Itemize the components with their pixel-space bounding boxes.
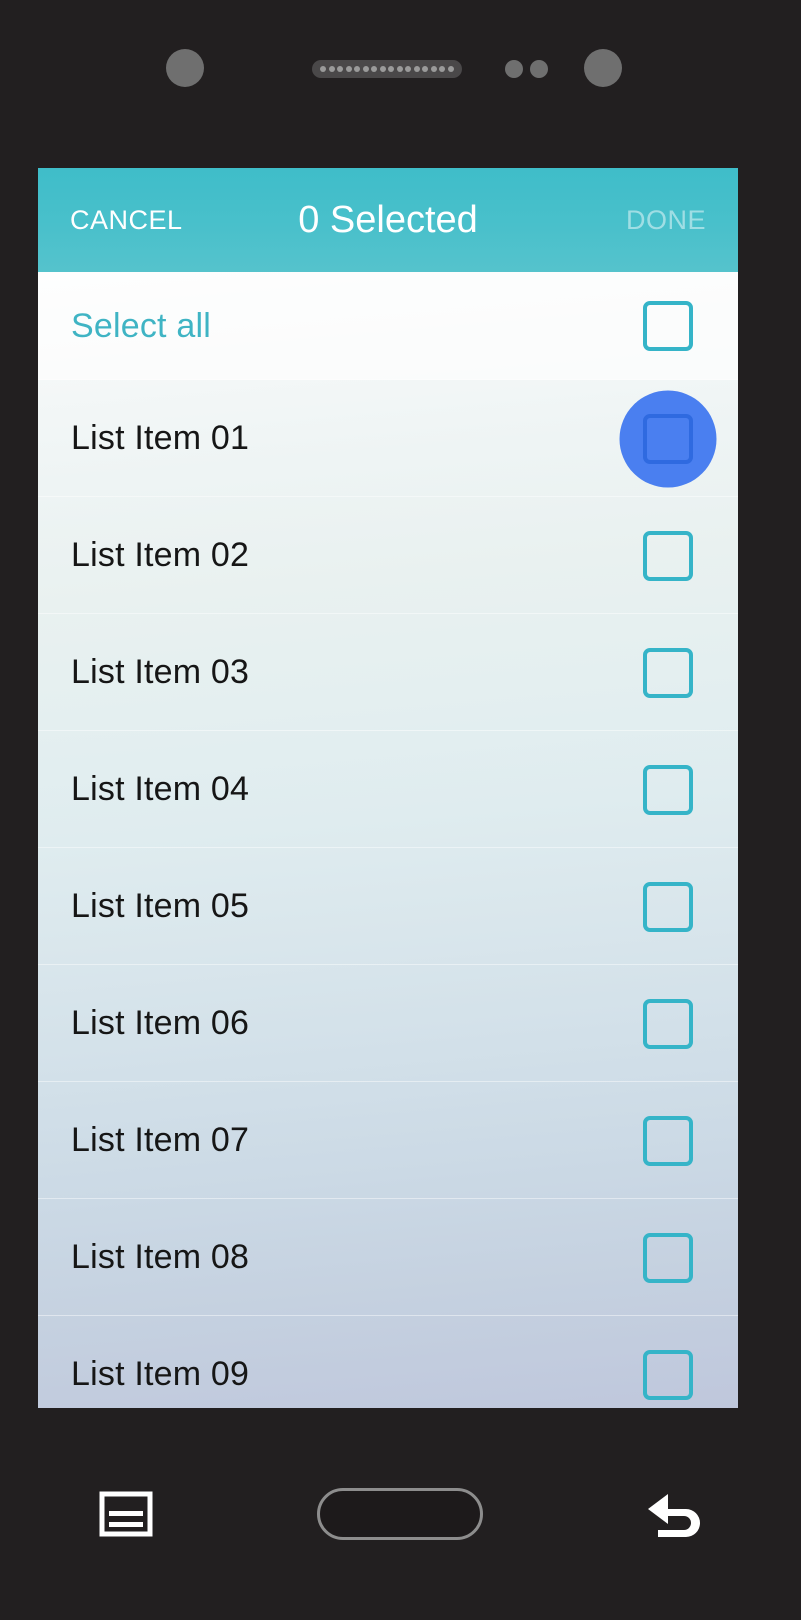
list-item-checkbox[interactable] [643,1349,693,1400]
select-all-label: Select all [71,306,211,345]
camera-lens-icon [166,49,204,87]
ambient-light-sensor-icon [530,60,548,78]
recent-apps-button[interactable] [66,1469,186,1559]
phone-device-mockup: CANCEL 0 Selected DONE Select all List I… [0,0,801,1620]
list-item-label: List Item 04 [71,770,250,808]
speaker-dot [430,66,437,72]
list-item-checkbox[interactable] [643,530,693,581]
list-item-checkbox[interactable] [643,1115,693,1166]
list-item-label: List Item 01 [71,419,250,457]
earpiece-speaker-icon [312,60,462,78]
list-item-row[interactable]: List Item 05 [38,848,738,965]
list-item-checkbox-wrap[interactable] [598,965,738,1082]
select-all-checkbox[interactable] [643,301,693,351]
list-item-checkbox[interactable] [643,647,693,698]
home-button[interactable] [317,1488,484,1540]
list-item-row[interactable]: List Item 03 [38,614,738,731]
app-bar: CANCEL 0 Selected DONE [38,168,738,272]
list-item-checkbox-wrap[interactable] [598,1199,738,1316]
speaker-dot [345,66,352,72]
recent-apps-icon [99,1491,153,1537]
speaker-dot [422,66,429,72]
speaker-dot [439,66,446,72]
list-item-checkbox-wrap[interactable] [598,848,738,965]
list-item-row[interactable]: List Item 09 [38,1316,738,1408]
done-button[interactable]: DONE [626,205,706,236]
phone-screen: CANCEL 0 Selected DONE Select all List I… [38,168,738,1408]
select-all-row[interactable]: Select all [38,272,738,380]
list-item-checkbox-wrap[interactable] [598,1316,738,1408]
speaker-dot [328,66,335,72]
speaker-dot [396,66,403,72]
back-arrow-icon [648,1494,701,1537]
speaker-dot [354,66,361,72]
device-top-bezel [0,0,801,168]
list-item-checkbox-wrap[interactable] [598,380,738,497]
list-item-label: List Item 06 [71,1004,250,1042]
speaker-dot [447,66,454,72]
list-item-checkbox[interactable] [643,413,693,464]
list-item-row[interactable]: List Item 04 [38,731,738,848]
front-camera-icon [584,49,622,87]
system-navigation-bar [0,1408,801,1620]
list-rows-container: List Item 01 List Item 02 List Item 03 List… [38,380,738,1408]
list-item-checkbox-wrap[interactable] [598,497,738,614]
list-item-checkbox-wrap[interactable] [598,1082,738,1199]
list-item-row[interactable]: List Item 01 [38,380,738,497]
speaker-dot [405,66,412,72]
list-item-checkbox[interactable] [643,998,693,1049]
back-button[interactable] [615,1469,735,1559]
list-item-row[interactable]: List Item 08 [38,1199,738,1316]
list-item-label: List Item 09 [71,1355,250,1393]
list-item-checkbox[interactable] [643,1232,693,1283]
list-item-row[interactable]: List Item 02 [38,497,738,614]
list-item-row[interactable]: List Item 07 [38,1082,738,1199]
list-item-label: List Item 07 [71,1121,250,1159]
selection-list: Select all List Item 01 List Item 02 List … [38,272,738,1408]
speaker-dot [413,66,420,72]
speaker-dot [371,66,378,72]
select-all-checkbox-wrap[interactable] [598,272,738,380]
list-item-checkbox[interactable] [643,881,693,932]
speaker-dot [362,66,369,72]
list-item-checkbox[interactable] [643,764,693,815]
list-item-row[interactable]: List Item 06 [38,965,738,1082]
list-item-checkbox-wrap[interactable] [598,731,738,848]
list-item-checkbox-wrap[interactable] [598,614,738,731]
proximity-sensor-icon [505,60,523,78]
speaker-dot [337,66,344,72]
speaker-dot [388,66,395,72]
list-item-label: List Item 08 [71,1238,250,1276]
list-item-label: List Item 02 [71,536,250,574]
list-item-label: List Item 03 [71,653,250,691]
list-item-label: List Item 05 [71,887,250,925]
speaker-dot [320,66,327,72]
speaker-dot [379,66,386,72]
